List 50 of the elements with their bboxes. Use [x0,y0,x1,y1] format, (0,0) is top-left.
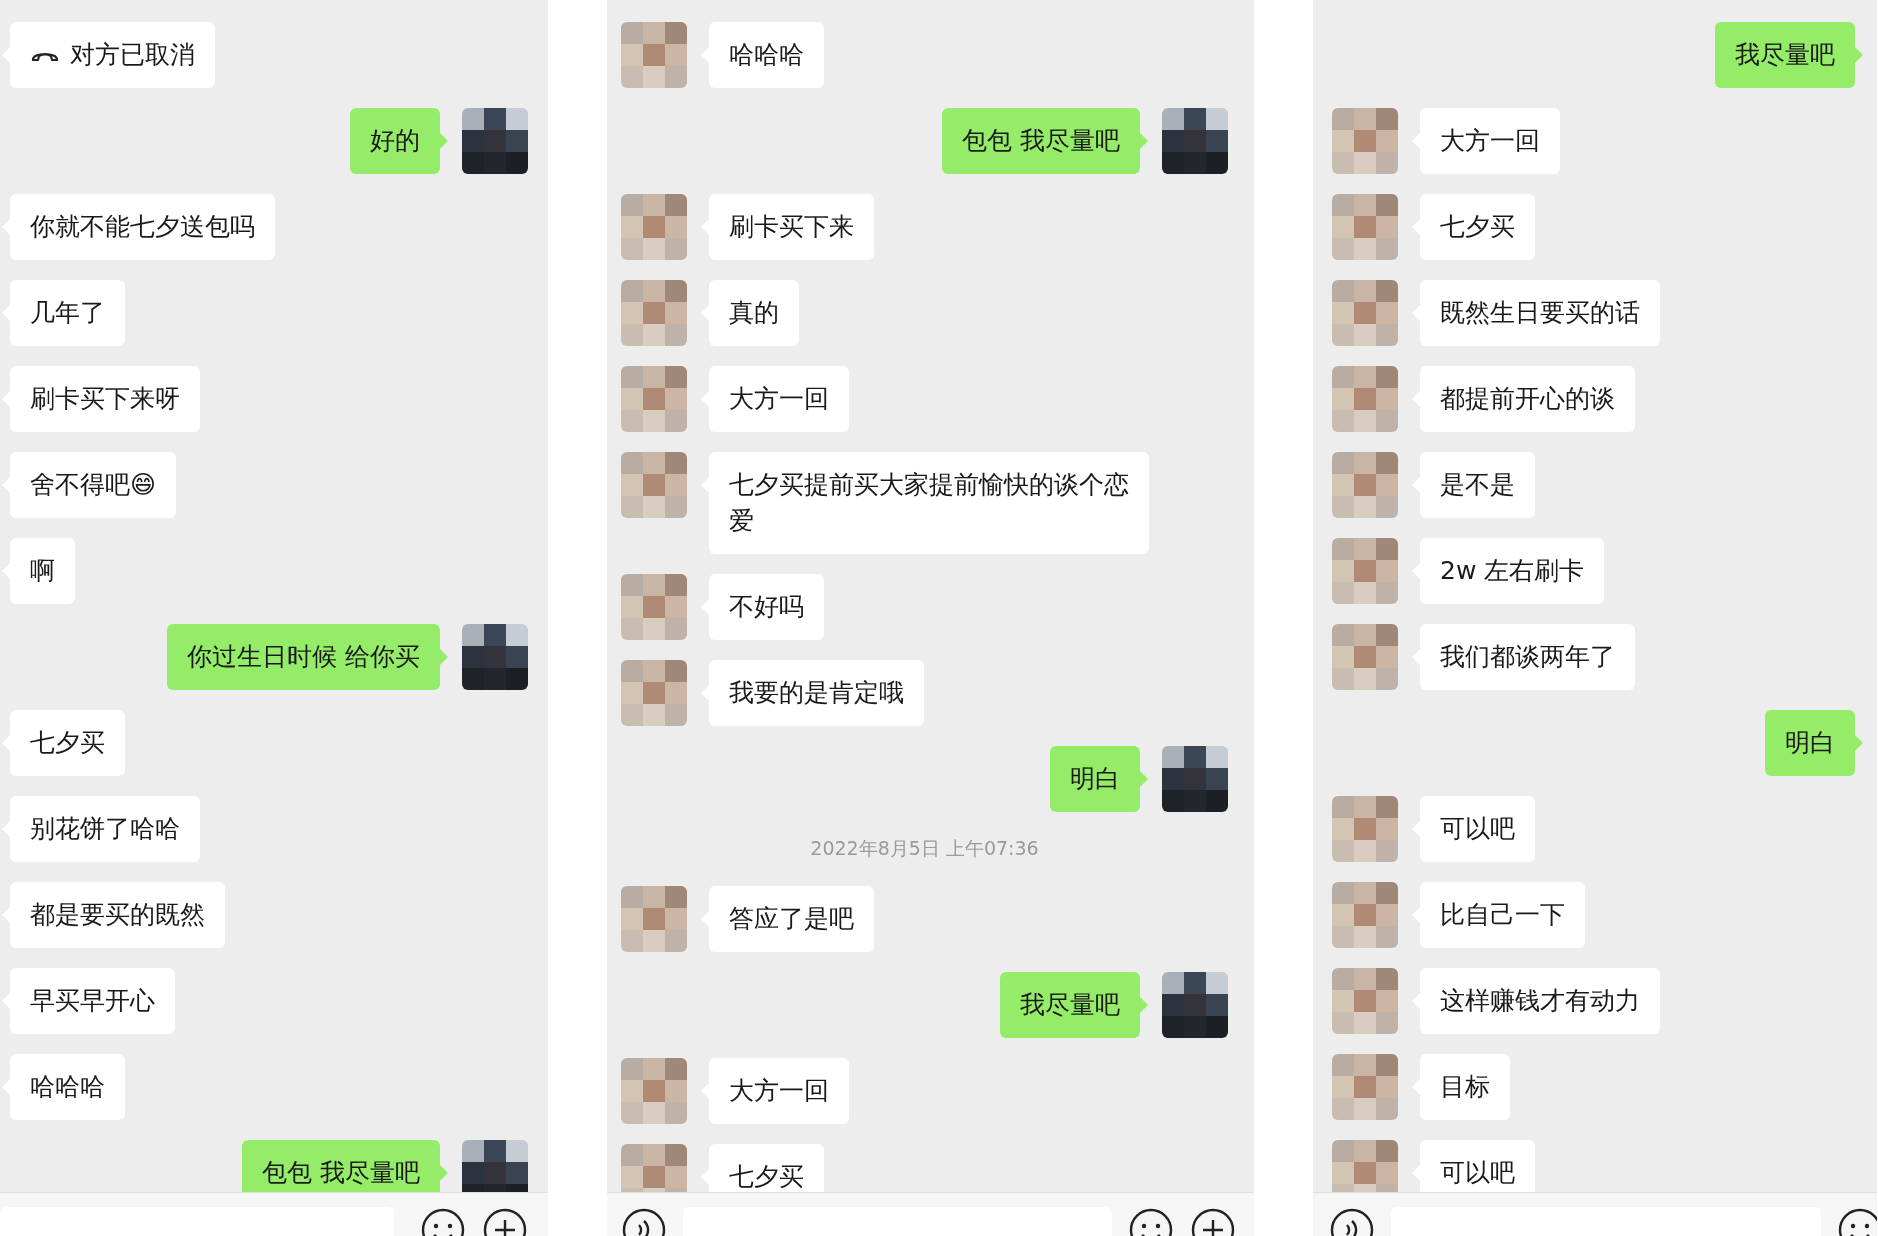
message-bubble: 不好吗 [709,574,824,640]
message-bubble: 真的 [709,280,799,346]
message-bubble: 包包 我尽量吧 [942,108,1140,174]
message-bubble: 哈哈哈 [709,22,824,88]
bubble-tail [1140,771,1148,787]
message-bubble: 我们都谈两年了 [1420,624,1635,690]
message-bubble: 都是要买的既然 [10,882,225,948]
call-status-bubble: 对方已取消 [10,22,215,88]
bubble-tail [1140,997,1148,1013]
message-bubble: 目标 [1420,1054,1510,1120]
message-bubble: 比自己一下 [1420,882,1585,948]
message-bubble: 别花饼了哈哈 [10,796,200,862]
bubble-tail [440,1165,448,1181]
message-bubble: 啊 [10,538,75,604]
message-bubble: 大方一回 [1420,108,1560,174]
bubble-tail [1140,133,1148,149]
message-bubble: 你过生日时候 给你买 [167,624,440,690]
message-bubble: 既然生日要买的话 [1420,280,1660,346]
message-bubble: 都提前开心的谈 [1420,366,1635,432]
message-bubble: 七夕买 [709,1144,824,1192]
bubble-tail [440,133,448,149]
message-bubble: 刷卡买下来 [709,194,874,260]
message-bubble: 我尽量吧 [1715,22,1855,88]
bubble-tail [1855,47,1863,63]
message-bubble: 可以吧 [1420,796,1535,862]
message-bubble: 七夕买提前买大家提前愉快的谈个恋爱 [709,452,1149,554]
timestamp: 2022年8月5日 上午07:36 [810,837,1039,859]
message-bubble: 答应了是吧 [709,886,874,952]
message-bubble: 明白 [1765,710,1855,776]
message-bubble: 是不是 [1420,452,1535,518]
message-bubble: 舍不得吧😄 [10,452,177,518]
message-bubble: 几年了 [10,280,125,346]
message-bubble: 这样赚钱才有动力 [1420,968,1660,1034]
message-bubble: 明白 [1050,746,1140,812]
message-bubble: 哈哈哈 [10,1054,125,1120]
message-bubble: 七夕买 [1420,194,1535,260]
bubble-tail [440,649,448,665]
bubble-tail [1855,735,1863,751]
message-bubble: 大方一回 [709,366,849,432]
message-bubble: 可以吧 [1420,1140,1535,1192]
message-bubble: 我要的是肯定哦 [709,660,924,726]
message-bubble: 我尽量吧 [1000,972,1140,1038]
message-bubble: 包包 我尽量吧 [242,1140,440,1192]
message-bubble: 早买早开心 [10,968,175,1034]
message-bubble: 七夕买 [10,710,125,776]
message-bubble: 2w 左右刷卡 [1420,538,1605,604]
message-bubble: 刷卡买下来呀 [10,366,200,432]
message-bubble: 好的 [350,108,440,174]
message-bubble: 你就不能七夕送包吗 [10,194,275,260]
message-bubble: 大方一回 [709,1058,849,1124]
